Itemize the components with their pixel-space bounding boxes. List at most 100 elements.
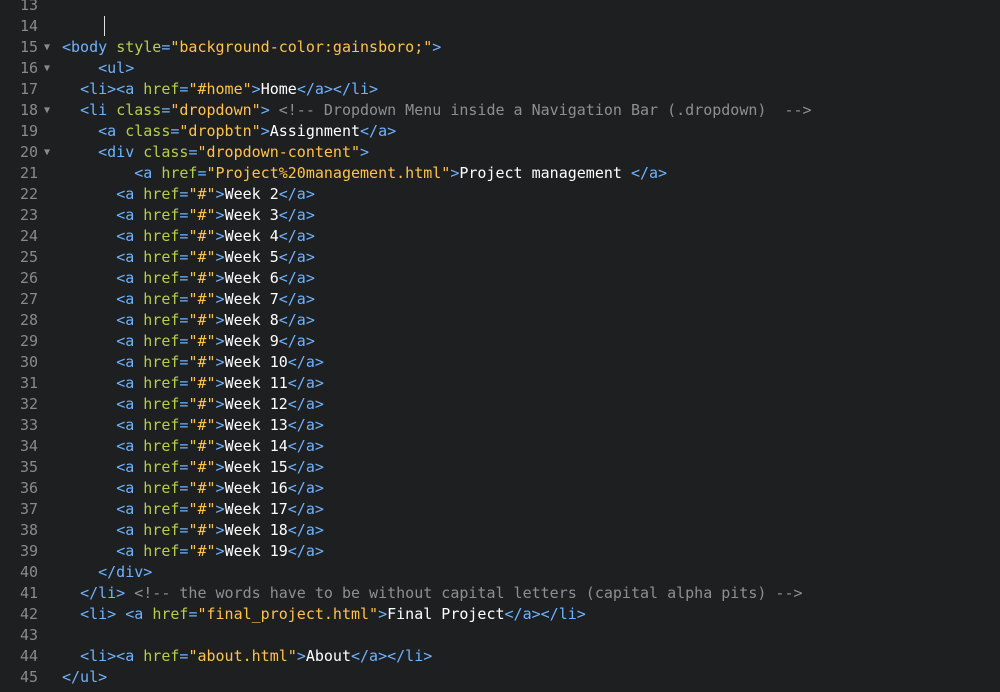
code-line[interactable]: 41 </li> <!-- the words have to be witho… <box>0 583 1000 604</box>
code-text[interactable]: <li><a href="#home">Home</a></li> <box>62 79 378 100</box>
code-line[interactable]: 42 <li> <a href="final_project.html">Fin… <box>0 604 1000 625</box>
code-text[interactable]: <a href="#">Week 10</a> <box>62 352 324 373</box>
code-line[interactable]: 33 <a href="#">Week 13</a> <box>0 415 1000 436</box>
code-text[interactable]: <a href="#">Week 16</a> <box>62 478 324 499</box>
code-line[interactable]: 13 <box>0 0 1000 16</box>
code-line[interactable]: 23 <a href="#">Week 3</a> <box>0 205 1000 226</box>
code-line[interactable]: 29 <a href="#">Week 9</a> <box>0 331 1000 352</box>
code-text[interactable]: <li><a href="about.html">About</a></li> <box>62 646 432 667</box>
line-number: 40 <box>19 563 38 581</box>
code-text[interactable]: <a href="#">Week 9</a> <box>62 331 315 352</box>
code-line[interactable]: 31 <a href="#">Week 11</a> <box>0 373 1000 394</box>
code-line[interactable]: 28 <a href="#">Week 8</a> <box>0 310 1000 331</box>
code-text[interactable]: <li> <a href="final_project.html">Final … <box>62 604 586 625</box>
code-line[interactable]: 20 ▼ <div class="dropdown-content"> <box>0 142 1000 163</box>
code-line[interactable]: 32 <a href="#">Week 12</a> <box>0 394 1000 415</box>
token-tag: </ul> <box>62 668 108 686</box>
code-text[interactable]: <a class="dropbtn">Assignment</a> <box>62 121 396 142</box>
code-text[interactable]: <body style="background-color:gainsboro;… <box>62 37 441 58</box>
fold-toggle-icon[interactable]: ▼ <box>44 37 56 58</box>
code-line[interactable]: 19 <a class="dropbtn">Assignment</a> <box>0 121 1000 142</box>
code-line[interactable]: 22 <a href="#">Week 2</a> <box>0 184 1000 205</box>
token-tag: </a> <box>278 227 315 245</box>
token-tag: > <box>215 374 225 392</box>
token-str: "#" <box>188 185 216 203</box>
code-line[interactable]: 45 </ul> <box>0 667 1000 688</box>
token-tag: <a <box>116 332 135 350</box>
token-tag: > <box>215 437 225 455</box>
code-line[interactable]: 38 <a href="#">Week 18</a> <box>0 520 1000 541</box>
code-text[interactable]: </div> <box>62 562 152 583</box>
token-tag: > <box>215 290 225 308</box>
code-editor[interactable]: 13 14 15 ▼ <body style="background-color:gai… <box>0 0 1000 692</box>
code-text[interactable]: <a href="#">Week 3</a> <box>62 205 315 226</box>
token-txt: About <box>305 647 351 665</box>
code-line[interactable]: 25 <a href="#">Week 5</a> <box>0 247 1000 268</box>
code-line[interactable]: 16 ▼ <ul> <box>0 58 1000 79</box>
code-line[interactable]: 36 <a href="#">Week 16</a> <box>0 478 1000 499</box>
code-line[interactable]: 44 <li><a href="about.html">About</a></l… <box>0 646 1000 667</box>
code-line[interactable]: 43 <box>0 625 1000 646</box>
code-line[interactable]: 26 <a href="#">Week 6</a> <box>0 268 1000 289</box>
line-number: 26 <box>19 269 38 287</box>
code-line[interactable]: 18 ▼ <li class="dropdown"> <!-- Dropdown … <box>0 100 1000 121</box>
code-text[interactable]: <a href="#">Week 15</a> <box>62 457 324 478</box>
line-number: 19 <box>19 122 38 140</box>
code-text[interactable]: <a href="#">Week 6</a> <box>62 268 315 289</box>
code-line[interactable]: 15 ▼ <body style="background-color:gainsbo… <box>0 37 1000 58</box>
token-tag: > <box>260 122 270 140</box>
fold-toggle-icon[interactable]: ▼ <box>44 100 56 121</box>
code-line[interactable]: 21 <a href="Project%20management.html">P… <box>0 163 1000 184</box>
line-number: 34 <box>19 437 38 455</box>
token-str: "dropdown" <box>170 101 261 119</box>
code-line[interactable]: 27 <a href="#">Week 7</a> <box>0 289 1000 310</box>
code-line[interactable]: 39 <a href="#">Week 19</a> <box>0 541 1000 562</box>
code-text[interactable]: <div class="dropdown-content"> <box>62 142 369 163</box>
code-line[interactable]: 35 <a href="#">Week 15</a> <box>0 457 1000 478</box>
code-text[interactable]: <a href="#">Week 4</a> <box>62 226 315 247</box>
code-text[interactable]: <a href="#">Week 19</a> <box>62 541 324 562</box>
fold-toggle-icon[interactable]: ▼ <box>44 142 56 163</box>
token-txt: Week 13 <box>224 416 288 434</box>
code-text[interactable]: <a href="#">Week 12</a> <box>62 394 324 415</box>
code-line[interactable]: 37 <a href="#">Week 17</a> <box>0 499 1000 520</box>
code-text[interactable]: <a href="Project%20management.html">Proj… <box>62 163 667 184</box>
code-text[interactable]: <a href="#">Week 5</a> <box>62 247 315 268</box>
fold-toggle-icon[interactable]: ▼ <box>44 58 56 79</box>
token-attr: class <box>116 101 162 119</box>
code-text[interactable]: <a href="#">Week 2</a> <box>62 184 315 205</box>
token-txt: Week 4 <box>224 227 279 245</box>
code-text[interactable]: <a href="#">Week 11</a> <box>62 373 324 394</box>
code-text[interactable]: </li> <!-- the words have to be without … <box>62 583 802 604</box>
code-text[interactable]: <a href="#">Week 13</a> <box>62 415 324 436</box>
line-number: 43 <box>19 626 38 644</box>
code-text[interactable]: <a href="#">Week 18</a> <box>62 520 324 541</box>
code-line[interactable]: 40 </div> <box>0 562 1000 583</box>
code-line[interactable]: 24 <a href="#">Week 4</a> <box>0 226 1000 247</box>
code-text[interactable]: <li class="dropdown"> <!-- Dropdown Menu… <box>62 100 812 121</box>
code-line[interactable]: 14 <box>0 16 1000 37</box>
code-text[interactable]: <ul> <box>62 58 134 79</box>
code-text[interactable]: <a href="#">Week 7</a> <box>62 289 315 310</box>
code-text[interactable]: </ul> <box>62 667 107 688</box>
token-tag: <a <box>116 311 135 329</box>
code-line[interactable]: 17 <li><a href="#home">Home</a></li> <box>0 79 1000 100</box>
code-text[interactable]: <a href="#">Week 17</a> <box>62 499 324 520</box>
token-tag: > <box>251 80 261 98</box>
code-text[interactable]: <a href="#">Week 8</a> <box>62 310 315 331</box>
code-line[interactable]: 34 <a href="#">Week 14</a> <box>0 436 1000 457</box>
token-str: "background-color:gainsboro;" <box>170 38 433 56</box>
code-text[interactable]: <a href="#">Week 14</a> <box>62 436 324 457</box>
token-tag: > <box>215 269 225 287</box>
token-str: "#" <box>188 542 216 560</box>
code-line[interactable]: 30 <a href="#">Week 10</a> <box>0 352 1000 373</box>
